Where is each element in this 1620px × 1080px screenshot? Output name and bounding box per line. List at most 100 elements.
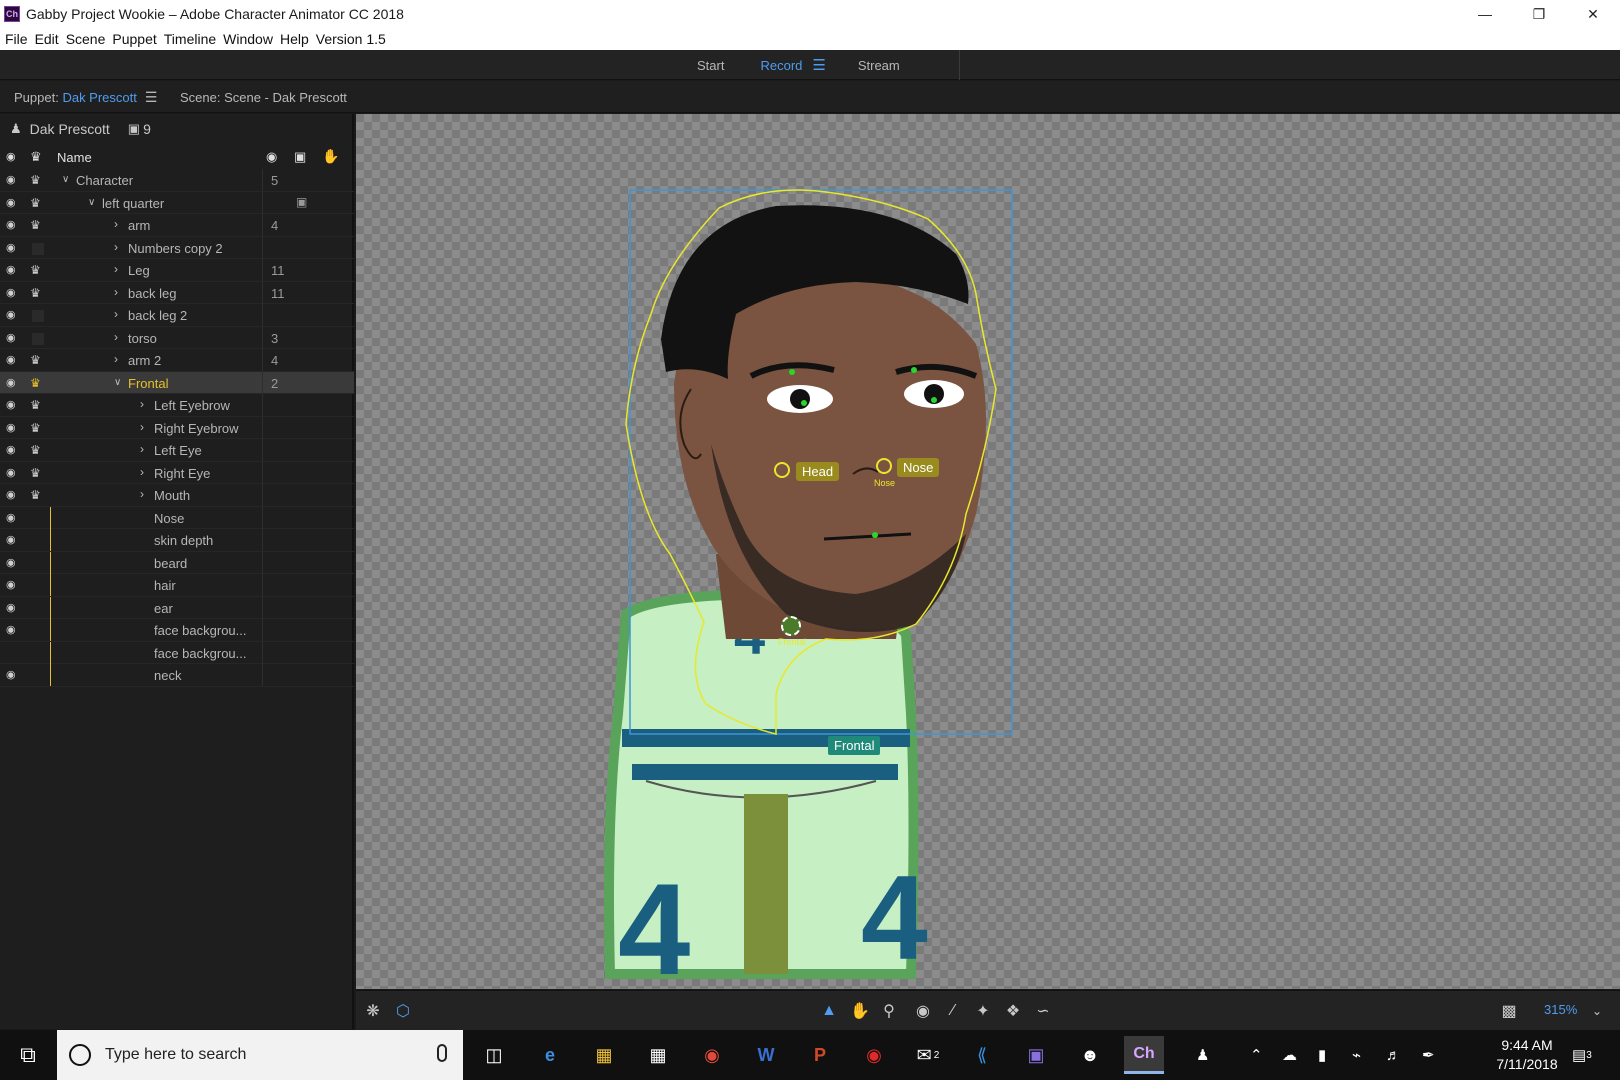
visibility-eye-icon[interactable]: ◉	[6, 354, 20, 366]
layer-row[interactable]: ◉ beard	[0, 551, 354, 574]
tab-stream[interactable]: Stream	[858, 58, 900, 73]
close-icon[interactable]: ✕	[1566, 0, 1620, 28]
visibility-eye-icon[interactable]: ◉	[6, 219, 20, 231]
layer-row[interactable]: ◉ › back leg 2	[0, 304, 354, 327]
camera-icon[interactable]: ▣	[296, 195, 307, 209]
crown-icon[interactable]: ♛	[30, 218, 46, 232]
layer-row[interactable]: ◉ › torso 3	[0, 326, 354, 349]
crown-icon[interactable]: ♛	[30, 443, 46, 457]
visibility-eye-icon[interactable]: ◉	[6, 669, 20, 681]
hamburger-menu-icon[interactable]: ☰	[812, 56, 825, 74]
chevron-right-icon[interactable]: ›	[114, 330, 118, 344]
scene-canvas[interactable]: 4 4 4 Head Nose Nos	[356, 114, 1620, 989]
dangle-tool-icon[interactable]: ∽	[1032, 1000, 1054, 1022]
crown-icon[interactable]: ♛	[30, 286, 46, 300]
tab-start[interactable]: Start	[697, 58, 724, 73]
crown-placeholder[interactable]	[32, 310, 44, 322]
visibility-eye-icon[interactable]: ◉	[6, 534, 20, 546]
visibility-eye-icon[interactable]: ◉	[6, 422, 20, 434]
crown-icon[interactable]: ♛	[30, 173, 46, 187]
visibility-eye-icon[interactable]: ◉	[6, 197, 20, 209]
crown-icon[interactable]: ♛	[30, 421, 46, 435]
menu-puppet[interactable]: Puppet	[112, 31, 156, 47]
stick-tool-icon[interactable]: ∕	[942, 1000, 964, 1022]
chevron-down-icon[interactable]: ∨	[88, 197, 95, 208]
wifi-icon[interactable]: ⌁	[1352, 1030, 1361, 1080]
layer-row[interactable]: ◉ ear	[0, 596, 354, 619]
chevron-right-icon[interactable]: ›	[114, 240, 118, 254]
visibility-eye-icon[interactable]: ◉	[6, 602, 20, 614]
chevron-down-icon[interactable]: ∨	[114, 377, 121, 388]
crown-placeholder[interactable]	[32, 332, 44, 345]
layer-row[interactable]: ◉ › Numbers copy 2	[0, 236, 354, 259]
name-column-header[interactable]: Name	[57, 150, 92, 165]
layer-row[interactable]: ◉ ♛ ∨ Character 5	[0, 169, 354, 192]
chevron-right-icon[interactable]: ›	[140, 420, 144, 434]
task-view-icon[interactable]: ◫	[474, 1036, 514, 1074]
visibility-eye-icon[interactable]	[6, 647, 20, 659]
head-handle-label[interactable]: Head	[796, 462, 840, 481]
crown-icon[interactable]: ♛	[30, 353, 46, 367]
menu-window[interactable]: Window	[223, 31, 273, 47]
layer-row[interactable]: ◉ ♛ › Mouth	[0, 484, 354, 507]
zoom-level[interactable]: 315%	[1544, 1002, 1577, 1017]
paint-icon[interactable]: ☻	[1070, 1036, 1110, 1074]
menu-scene[interactable]: Scene	[66, 31, 106, 47]
nose-handle-label[interactable]: Nose	[897, 458, 940, 477]
media-encoder-icon[interactable]: ▣	[1016, 1036, 1056, 1074]
visibility-eye-icon[interactable]: ◉	[6, 399, 20, 411]
visibility-eye-icon[interactable]: ◉	[6, 287, 20, 299]
layer-row[interactable]: ◉ ♛ › Right Eyebrow	[0, 416, 354, 439]
vscode-icon[interactable]: ⟪	[962, 1036, 1002, 1074]
origin-tool-icon[interactable]: ◉	[912, 1000, 934, 1022]
microphone-icon[interactable]	[437, 1044, 447, 1062]
menu-file[interactable]: File	[5, 31, 28, 47]
pen-icon[interactable]: ✒	[1422, 1030, 1435, 1080]
people-icon[interactable]: ♟	[1196, 1030, 1209, 1080]
crown-icon[interactable]: ♛	[30, 466, 46, 480]
store-icon[interactable]: ▦	[638, 1036, 678, 1074]
visibility-eye-icon[interactable]: ◉	[6, 557, 20, 569]
taskbar-search[interactable]: Type here to search	[57, 1030, 463, 1080]
crown-icon[interactable]: ♛	[30, 149, 42, 165]
chevron-right-icon[interactable]: ›	[114, 285, 118, 299]
menu-edit[interactable]: Edit	[35, 31, 59, 47]
hand-icon[interactable]: ✋	[322, 148, 339, 165]
crown-placeholder[interactable]	[32, 242, 44, 255]
file-explorer-icon[interactable]: ▦	[584, 1036, 624, 1074]
layer-row[interactable]: ◉ ♛ ∨ left quarter ▣	[0, 191, 354, 214]
layer-row[interactable]: ◉ face backgrou...	[0, 619, 354, 642]
character-animator-icon[interactable]: Ch	[1124, 1036, 1164, 1074]
chevron-right-icon[interactable]: ›	[114, 307, 118, 321]
creative-cloud-icon[interactable]: ◉	[854, 1036, 894, 1074]
chrome-icon[interactable]: ◉	[692, 1036, 732, 1074]
layer-row[interactable]: ◉ ♛ ∨ Frontal 2	[0, 371, 354, 394]
select-tool-icon[interactable]: ▲	[818, 1000, 840, 1022]
layer-row[interactable]: ◉ Nose	[0, 506, 354, 529]
mesh-icon[interactable]: ❋	[362, 1000, 384, 1022]
taskbar-clock[interactable]: 9:44 AM 7/11/2018	[1482, 1036, 1572, 1074]
tab-puppet[interactable]: Puppet: Dak Prescott ☰	[14, 81, 157, 113]
crown-icon[interactable]: ♛	[30, 376, 46, 390]
visibility-eye-icon[interactable]: ◉	[6, 377, 20, 389]
chevron-down-icon[interactable]: ⌄	[1586, 1000, 1608, 1022]
layer-row[interactable]: ◉ ♛ › Right Eye	[0, 461, 354, 484]
layer-row[interactable]: ◉ ♛ › Left Eye	[0, 439, 354, 462]
layer-row[interactable]: ◉ skin depth	[0, 529, 354, 552]
frontal-tag[interactable]: Frontal	[828, 736, 881, 755]
visibility-eye-icon[interactable]: ◉	[6, 332, 20, 344]
restore-icon[interactable]: ❐	[1512, 0, 1566, 28]
onedrive-icon[interactable]: ☁	[1282, 1030, 1297, 1080]
head-handle-icon[interactable]	[774, 462, 790, 478]
crown-icon[interactable]: ♛	[30, 196, 46, 210]
hand-tool-icon[interactable]: ✋	[849, 1000, 871, 1022]
layer-row[interactable]: ◉ ♛ › Left Eyebrow	[0, 394, 354, 417]
crown-icon[interactable]: ♛	[30, 488, 46, 502]
layer-row[interactable]: ◉ ♛ › Leg 11	[0, 259, 354, 282]
menu-help[interactable]: Help	[280, 31, 309, 47]
powerpoint-icon[interactable]: P	[800, 1036, 840, 1074]
chevron-right-icon[interactable]: ›	[140, 442, 144, 456]
visibility-eye-icon[interactable]: ◉	[6, 174, 20, 186]
menu-version[interactable]: Version 1.5	[316, 31, 386, 47]
volume-muted-icon[interactable]: ♬	[1386, 1030, 1401, 1080]
